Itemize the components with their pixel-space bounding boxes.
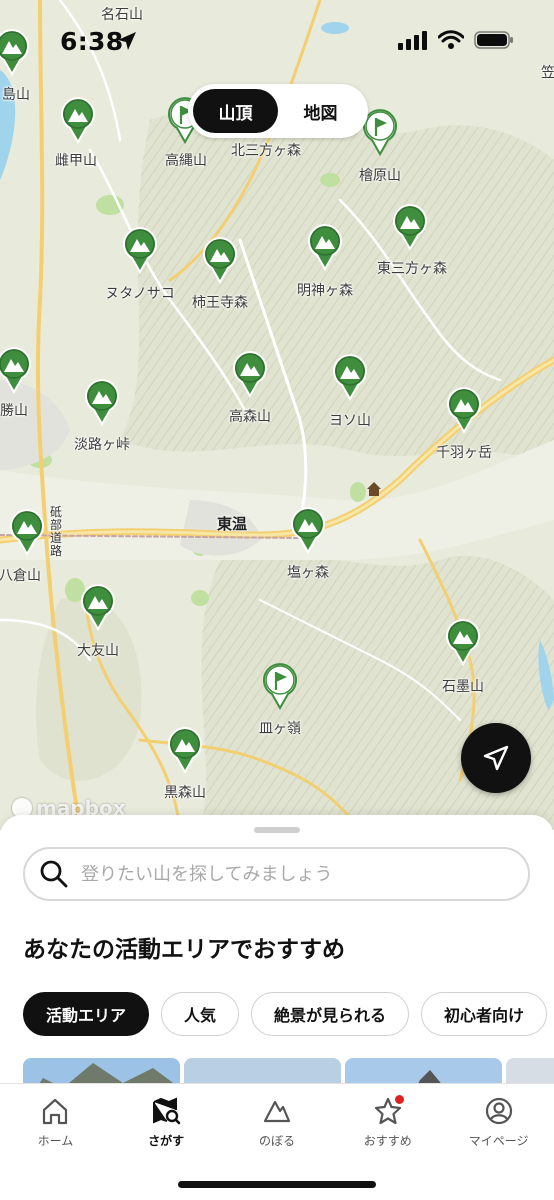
tab-climb[interactable]: のぼる bbox=[227, 1096, 327, 1149]
summit-label: 皿ヶ嶺 bbox=[259, 721, 301, 737]
summit-pin[interactable] bbox=[392, 203, 428, 251]
mountain-hut-icon bbox=[367, 482, 381, 496]
summit-pin[interactable] bbox=[0, 346, 32, 394]
summit-pin[interactable] bbox=[307, 223, 343, 271]
summit-pin[interactable] bbox=[60, 96, 96, 144]
summit-label: 北三方ヶ森 bbox=[231, 143, 301, 159]
mode-summit-button[interactable]: 山頂 bbox=[193, 89, 278, 133]
summit-pin[interactable] bbox=[202, 236, 238, 284]
road-label: 砥部道路 bbox=[50, 505, 63, 558]
battery-icon bbox=[474, 31, 513, 49]
summit-label: 塩ヶ森 bbox=[287, 565, 329, 581]
filter-chips: 活動エリア 人気 絶景が見られる 初心者向け bbox=[23, 992, 548, 1036]
bottom-sheet: あなたの活動エリアでおすすめ 活動エリア 人気 絶景が見られる 初心者向け bbox=[0, 815, 554, 1105]
tab-label: おすすめ bbox=[363, 1134, 412, 1148]
map-place-label: 島山 bbox=[2, 87, 30, 103]
locate-me-button[interactable] bbox=[461, 723, 531, 793]
tab-search[interactable]: さがす bbox=[116, 1096, 216, 1149]
wifi-icon bbox=[438, 30, 464, 49]
summit-pin[interactable] bbox=[9, 508, 45, 556]
summit-pin[interactable] bbox=[84, 378, 120, 426]
summit-label: 雌甲山 bbox=[55, 153, 97, 169]
person-icon bbox=[485, 1097, 512, 1125]
tab-label: さがす bbox=[148, 1134, 185, 1148]
summit-pin[interactable] bbox=[232, 350, 268, 398]
summit-label: 高森山 bbox=[229, 409, 271, 425]
status-time: 6:38 bbox=[60, 27, 124, 56]
chip-activity-area[interactable]: 活動エリア bbox=[23, 992, 150, 1036]
location-arrow-icon bbox=[483, 745, 509, 771]
summit-label: ヌタノサコ bbox=[105, 286, 175, 302]
star-icon-wrap bbox=[373, 1094, 405, 1126]
tab-label: のぼる bbox=[258, 1134, 295, 1148]
notification-badge bbox=[393, 1094, 405, 1105]
summit-pin[interactable] bbox=[446, 386, 482, 434]
tab-home[interactable]: ホーム bbox=[5, 1096, 105, 1149]
tab-label: マイページ bbox=[468, 1134, 529, 1148]
home-indicator bbox=[178, 1181, 376, 1188]
mode-map-button[interactable]: 地図 bbox=[278, 89, 363, 133]
summit-label: 檜原山 bbox=[359, 168, 401, 184]
status-bar: 6:38 bbox=[0, 0, 554, 80]
summit-pin[interactable] bbox=[445, 618, 481, 666]
summit-pin[interactable] bbox=[80, 583, 116, 631]
tab-recommend[interactable]: おすすめ bbox=[338, 1094, 438, 1149]
chip-beginner[interactable]: 初心者向け bbox=[421, 992, 548, 1036]
summit-pin[interactable] bbox=[122, 226, 158, 274]
map-mode-toggle[interactable]: 山頂 地図 bbox=[188, 84, 368, 138]
summit-label: 勝山 bbox=[0, 403, 28, 419]
map-search-icon bbox=[153, 1097, 181, 1125]
sheet-grabber[interactable] bbox=[254, 827, 300, 833]
town-label: 東温 bbox=[216, 515, 248, 533]
search-icon bbox=[40, 860, 68, 888]
summit-label: 黒森山 bbox=[164, 785, 206, 801]
search-bar[interactable] bbox=[23, 847, 530, 901]
summit-label: 八倉山 bbox=[0, 568, 41, 584]
home-icon bbox=[43, 1098, 68, 1125]
chip-great-view[interactable]: 絶景が見られる bbox=[251, 992, 410, 1036]
search-input[interactable] bbox=[81, 863, 501, 885]
summit-label: 大友山 bbox=[77, 643, 119, 659]
summit-label: 柿王寺森 bbox=[192, 295, 248, 311]
tab-mypage[interactable]: マイページ bbox=[449, 1096, 549, 1149]
location-services-icon bbox=[118, 32, 136, 50]
summit-pin[interactable] bbox=[167, 726, 203, 774]
summit-flag-pin[interactable] bbox=[262, 662, 298, 710]
summit-label: 高縄山 bbox=[165, 153, 207, 169]
summit-label: 石墨山 bbox=[442, 679, 484, 695]
status-icons bbox=[398, 30, 514, 50]
summit-pin[interactable] bbox=[332, 353, 368, 401]
summit-label: 東三方ヶ森 bbox=[377, 261, 447, 277]
map-view[interactable]: 6:38 山頂 地図 名石山 島山 笠 東温 砥部道路 雌甲山 高縄山 北三方ヶ… bbox=[0, 0, 554, 830]
cellular-signal-icon bbox=[398, 31, 427, 50]
tab-label: ホーム bbox=[37, 1134, 74, 1148]
summit-label: 千羽ヶ岳 bbox=[436, 445, 492, 461]
summit-label: 明神ヶ森 bbox=[297, 283, 353, 299]
mountain-icon bbox=[263, 1100, 291, 1123]
summit-label: 淡路ヶ峠 bbox=[74, 437, 130, 453]
summit-pin[interactable] bbox=[290, 506, 326, 554]
section-title: あなたの活動エリアでおすすめ bbox=[23, 937, 345, 963]
summit-label: ヨソ山 bbox=[329, 413, 371, 429]
chip-popular[interactable]: 人気 bbox=[161, 992, 240, 1036]
